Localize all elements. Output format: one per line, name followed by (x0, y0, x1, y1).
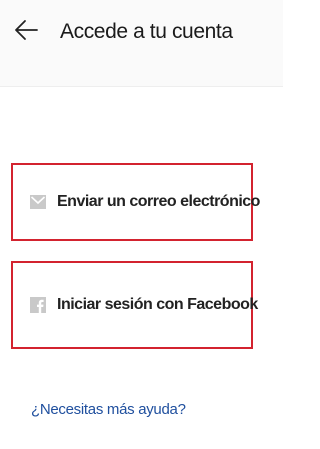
email-login-option[interactable]: Enviar un correo electrónico (11, 163, 260, 241)
facebook-login-option[interactable]: Iniciar sesión con Facebook (11, 261, 258, 349)
app-header: Accede a tu cuenta (0, 0, 283, 87)
facebook-login-label: Iniciar sesión con Facebook (57, 296, 258, 313)
arrow-left-icon (13, 18, 39, 47)
back-button[interactable] (10, 14, 42, 50)
help-link[interactable]: ¿Necesitas más ayuda? (31, 401, 186, 418)
facebook-icon (30, 297, 46, 313)
email-login-label: Enviar un correo electrónico (57, 193, 260, 210)
page-title: Accede a tu cuenta (60, 20, 233, 43)
envelope-icon (30, 194, 46, 210)
